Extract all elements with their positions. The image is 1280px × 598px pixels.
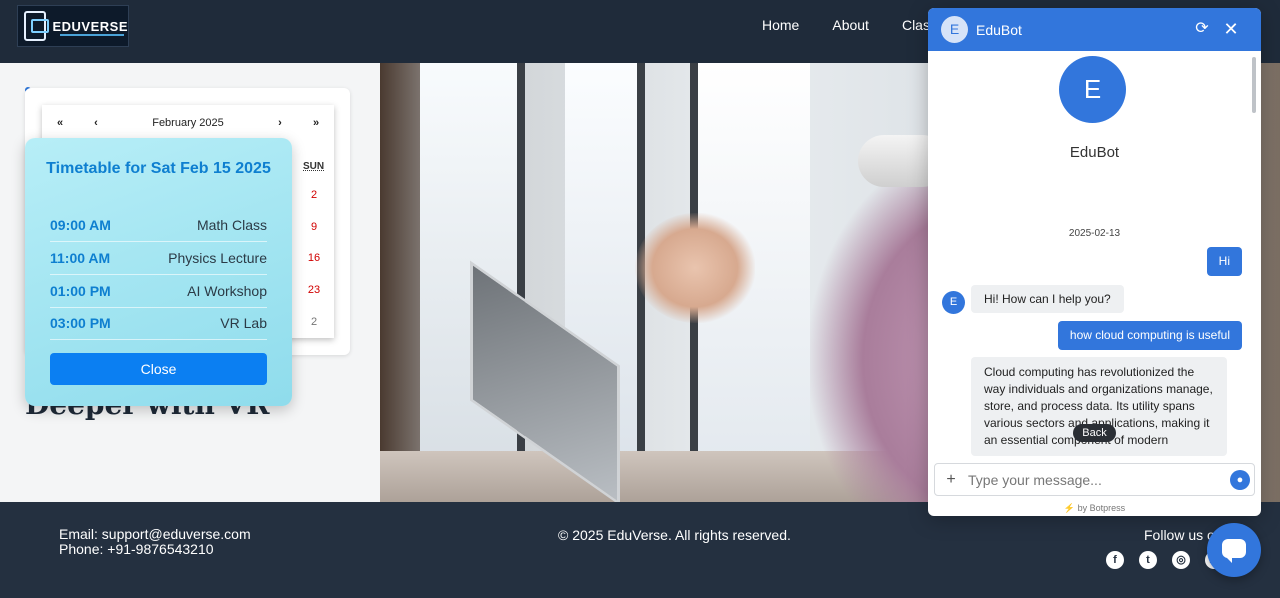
timetable-row: 11:00 AM Physics Lecture <box>50 242 267 275</box>
laptop-logo-icon <box>24 11 50 41</box>
chat-messages[interactable]: E EduBot 2025-02-13 Hi E Hi! How can I h… <box>928 51 1261 463</box>
timetable-time: 03:00 PM <box>50 315 111 331</box>
timetable-popup: Timetable for Sat Feb 15 2025 09:00 AM M… <box>25 138 292 406</box>
timetable-time: 11:00 AM <box>50 250 111 266</box>
chat-header: E EduBot ⟳ ✕ <box>928 8 1261 51</box>
prev-year-button[interactable]: « <box>42 117 78 129</box>
chat-bubble-icon <box>1222 539 1246 563</box>
calendar-day[interactable]: 16 <box>304 252 324 264</box>
refresh-icon[interactable]: ⟳ <box>1193 20 1211 38</box>
calendar-nav: « ‹ February 2025 › » <box>42 105 334 141</box>
chat-date: 2025-02-13 <box>1068 228 1121 239</box>
timetable-title: Timetable for Sat Feb 15 2025 <box>46 160 271 177</box>
plus-icon[interactable]: + <box>940 471 962 489</box>
calendar-day[interactable]: 2 <box>304 189 324 201</box>
back-button[interactable]: Back <box>1073 424 1116 442</box>
hand <box>635 213 755 323</box>
facebook-icon[interactable]: f <box>1106 551 1124 569</box>
branding-text: by Botpress <box>1077 503 1126 513</box>
timetable-row: 01:00 PM AI Workshop <box>50 275 267 308</box>
twitter-icon[interactable]: t <box>1139 551 1157 569</box>
calendar-title[interactable]: February 2025 <box>114 117 262 129</box>
footer-copyright: © 2025 EduVerse. All rights reserved. <box>558 527 791 543</box>
microphone-icon[interactable]: ● <box>1230 469 1250 490</box>
logo-underline <box>60 34 124 36</box>
timetable-event: AI Workshop <box>187 283 267 299</box>
timetable-event: VR Lab <box>220 315 267 331</box>
bot-avatar-small: E <box>942 291 965 314</box>
user-message: Hi <box>1206 247 1242 276</box>
bot-message: Hi! How can I help you? <box>971 285 1124 313</box>
bot-avatar-icon: E <box>941 16 968 43</box>
chat-scrollbar[interactable] <box>1252 57 1256 113</box>
close-icon[interactable]: ✕ <box>1222 20 1240 38</box>
calendar-day[interactable]: 23 <box>304 284 324 296</box>
logo-text: EDUVERSE <box>52 18 128 34</box>
logo[interactable]: EDUVERSE <box>17 5 129 47</box>
chat-input-bar: + ● <box>934 463 1255 496</box>
weekday-header-sun: SUN <box>303 161 325 172</box>
calendar-day[interactable]: 2 <box>304 316 324 328</box>
chat-message-input[interactable] <box>968 471 1230 488</box>
calendar-day[interactable]: 9 <box>304 221 324 233</box>
timetable-row: 09:00 AM Math Class <box>50 209 267 242</box>
nav-link-about[interactable]: About <box>832 17 869 33</box>
timetable-row: 03:00 PM VR Lab <box>50 307 267 340</box>
footer: Email: support@eduverse.com Phone: +91-9… <box>0 502 1280 598</box>
chat-widget: E EduBot ⟳ ✕ E EduBot 2025-02-13 Hi E Hi… <box>928 8 1261 516</box>
footer-contact: Email: support@eduverse.com Phone: +91-9… <box>59 527 251 557</box>
bot-name-large: EduBot <box>1069 144 1120 161</box>
next-year-button[interactable]: » <box>298 117 334 129</box>
bot-avatar-large: E <box>1059 56 1126 123</box>
footer-email[interactable]: Email: support@eduverse.com <box>59 527 251 542</box>
chat-branding[interactable]: ⚡ by Botpress <box>928 503 1261 514</box>
chat-bot-name: EduBot <box>976 21 1022 38</box>
user-message: how cloud computing is useful <box>1057 321 1242 350</box>
timetable-event: Physics Lecture <box>168 250 267 266</box>
nav-link-home[interactable]: Home <box>762 17 799 33</box>
nav-links: Home About Classes <box>762 17 952 33</box>
timetable-time: 09:00 AM <box>50 217 111 233</box>
chat-launcher-button[interactable] <box>1207 523 1261 577</box>
timetable-close-button[interactable]: Close <box>50 353 267 385</box>
next-month-button[interactable]: › <box>262 117 298 129</box>
footer-phone: Phone: +91-9876543210 <box>59 541 214 557</box>
instagram-icon[interactable]: ◎ <box>1172 551 1190 569</box>
timetable-time: 01:00 PM <box>50 283 111 299</box>
prev-month-button[interactable]: ‹ <box>78 117 114 129</box>
timetable-event: Math Class <box>196 217 267 233</box>
bolt-icon: ⚡ <box>1063 503 1076 513</box>
